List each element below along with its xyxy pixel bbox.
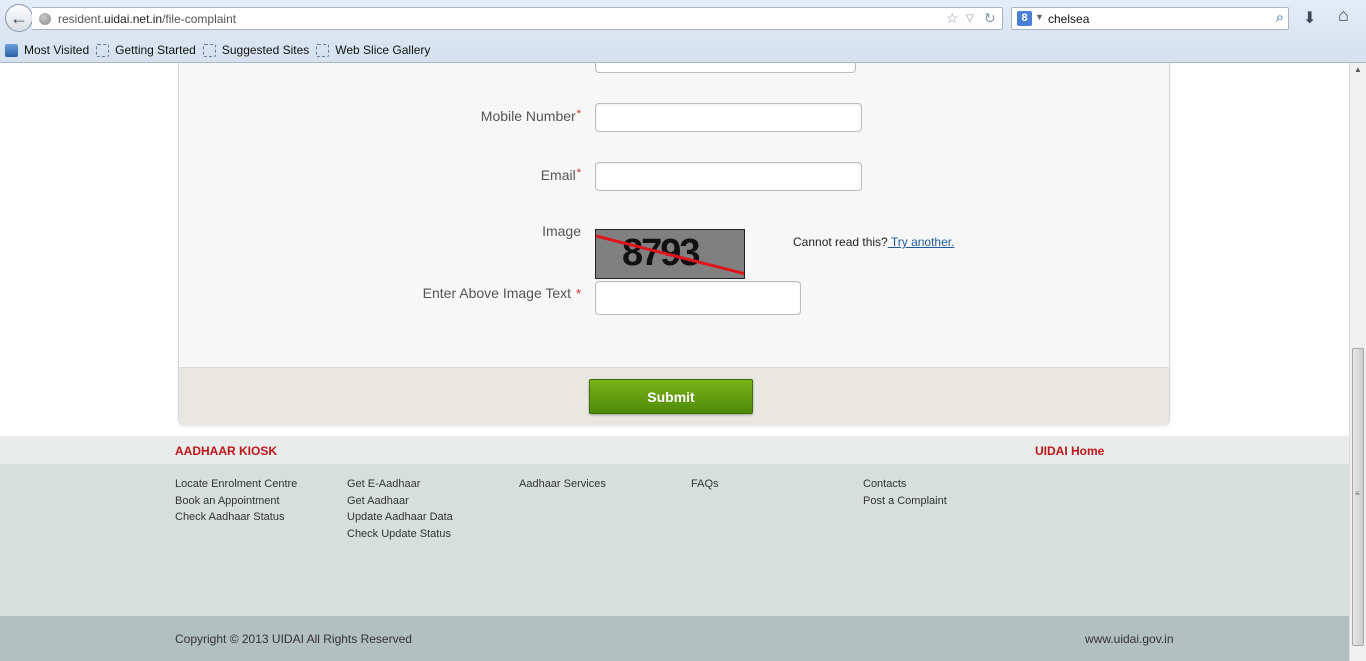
complaint-form: Mobile Number* Email* Image 8793 Cannot …: [178, 63, 1170, 425]
footer-link[interactable]: Get E-Aadhaar: [347, 476, 453, 493]
bookmarks-toolbar: Most Visited Getting Started Suggested S…: [0, 40, 432, 60]
email-label: Email*: [540, 167, 581, 183]
submit-button[interactable]: Submit: [589, 379, 753, 414]
browser-chrome: ← resident.uidai.net.in/file-complaint ☆…: [0, 0, 1366, 63]
search-engine-icon[interactable]: 8: [1017, 11, 1032, 26]
captcha-image: 8793: [595, 229, 745, 279]
bookmark-getting-started[interactable]: Getting Started: [96, 43, 196, 57]
footer-header: AADHAAR KIOSK UIDAI Home: [0, 436, 1349, 464]
footer-link[interactable]: Post a Complaint: [863, 493, 947, 510]
footer-link[interactable]: Get Aadhaar: [347, 493, 453, 510]
footer-column-1: Locate Enrolment Centre Book an Appointm…: [175, 476, 297, 526]
aadhaar-kiosk-title: AADHAAR KIOSK: [175, 444, 277, 458]
footer-link[interactable]: Update Aadhaar Data: [347, 509, 453, 526]
copyright-bar: Copyright © 2013 UIDAI All Rights Reserv…: [0, 616, 1349, 661]
uidai-home-link[interactable]: UIDAI Home: [1035, 444, 1104, 458]
downloads-icon[interactable]: ⬇: [1303, 8, 1316, 28]
footer-link[interactable]: Book an Appointment: [175, 493, 297, 510]
scroll-up-icon[interactable]: ▲: [1350, 65, 1366, 74]
bookmark-most-visited[interactable]: Most Visited: [5, 43, 89, 57]
history-dropdown-icon[interactable]: ▽: [966, 13, 974, 24]
mobile-number-label: Mobile Number*: [480, 108, 581, 124]
back-button[interactable]: ←: [5, 4, 33, 32]
footer-link[interactable]: FAQs: [691, 476, 719, 493]
footer-link[interactable]: Aadhaar Services: [519, 476, 606, 493]
url-text: resident.uidai.net.in/file-complaint: [58, 12, 237, 26]
captcha-strike-line: [596, 234, 744, 276]
bookmark-page-icon: [202, 43, 216, 57]
search-engine-dropdown-icon[interactable]: ▼: [1035, 12, 1044, 22]
home-icon[interactable]: ⌂: [1338, 5, 1349, 26]
footer-link[interactable]: Check Update Status: [347, 526, 453, 543]
bookmark-page-icon: [316, 43, 330, 57]
previous-field-input[interactable]: [595, 63, 856, 73]
most-visited-icon: [5, 43, 18, 57]
search-bar[interactable]: 8 ▼ chelsea ⌕: [1011, 7, 1289, 30]
email-input[interactable]: [595, 162, 862, 191]
site-url-text: www.uidai.gov.in: [1085, 632, 1174, 646]
mobile-number-input[interactable]: [595, 103, 862, 132]
footer-link[interactable]: Check Aadhaar Status: [175, 509, 297, 526]
search-input[interactable]: chelsea: [1048, 12, 1089, 26]
footer-link[interactable]: Locate Enrolment Centre: [175, 476, 297, 493]
footer-link[interactable]: Contacts: [863, 476, 947, 493]
try-another-link[interactable]: Try another.: [888, 235, 955, 249]
bookmark-suggested-sites[interactable]: Suggested Sites: [202, 43, 309, 57]
copyright-text: Copyright © 2013 UIDAI All Rights Reserv…: [175, 632, 412, 646]
captcha-refresh-text: Cannot read this? Try another.: [793, 235, 955, 249]
footer-column-5: Contacts Post a Complaint: [863, 476, 947, 509]
captcha-text-label: Enter Above Image Text *: [422, 285, 581, 301]
back-arrow-icon: ←: [10, 7, 28, 28]
footer-column-3: Aadhaar Services: [519, 476, 606, 493]
search-go-icon[interactable]: ⌕: [1276, 9, 1284, 26]
site-identity-icon[interactable]: [39, 13, 51, 25]
bookmark-star-icon[interactable]: ☆: [946, 10, 959, 27]
form-actions-bar: Submit: [179, 367, 1169, 425]
grip-icon: ≡: [1355, 489, 1360, 498]
reload-icon[interactable]: ↻: [984, 10, 996, 27]
scrollbar-thumb[interactable]: ≡: [1352, 348, 1364, 646]
address-bar[interactable]: resident.uidai.net.in/file-complaint ☆ ▽…: [32, 7, 1003, 30]
page-viewport: Mobile Number* Email* Image 8793 Cannot …: [0, 63, 1349, 661]
captcha-text-input[interactable]: [595, 281, 801, 315]
footer-column-2: Get E-Aadhaar Get Aadhaar Update Aadhaar…: [347, 476, 453, 542]
image-label: Image: [542, 223, 581, 239]
footer-links: Locate Enrolment Centre Book an Appointm…: [0, 464, 1349, 616]
footer-column-4: FAQs: [691, 476, 719, 493]
bookmark-page-icon: [96, 43, 110, 57]
vertical-scrollbar[interactable]: ▲ ≡: [1349, 63, 1366, 661]
bookmark-web-slice-gallery[interactable]: Web Slice Gallery: [316, 43, 430, 57]
